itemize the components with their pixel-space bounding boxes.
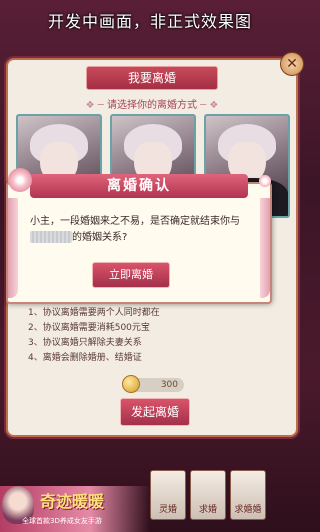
dialog-title: 离婚确认 (30, 174, 248, 198)
coin-icon (122, 375, 140, 393)
flower-small-icon (258, 174, 272, 188)
bottom-tab-label: 求婚婚 (234, 505, 262, 515)
bottom-tab-label: 求婚 (198, 505, 217, 515)
bottom-tab[interactable]: 求婚婚 (230, 470, 266, 520)
curtain-right (260, 198, 270, 298)
dialog-text-after: 的婚姻关系? (72, 232, 128, 243)
dialog-message: 小主，一段婚姻来之不易，是否确定就结束你与的婚姻关系? (30, 214, 255, 246)
ad-banner[interactable]: 奇迹暖暖 全球首款3D养成女友手游 (0, 486, 150, 532)
confirm-divorce-button[interactable]: 立即离婚 (92, 262, 170, 288)
start-divorce-button[interactable]: 发起离婚 (120, 398, 190, 426)
bottom-tab[interactable]: 灵婚 (150, 470, 186, 520)
panel-subtitle: ❖ ─ 请选择你的离婚方式 ─ ❖ (8, 96, 296, 111)
rule-item: 3、协议离婚只解除夫妻关系 (28, 338, 142, 348)
close-button[interactable]: ✕ (280, 52, 304, 76)
watermark-text: 开发中画面，非正式效果图 (47, 12, 252, 31)
flower-icon (8, 168, 32, 192)
rule-item: 4、离婚会删除婚册、结婚证 (28, 353, 142, 363)
dialog-text-before: 小主，一段婚姻来之不易，是否确定就结束你与 (30, 216, 240, 227)
ad-caption: 全球首款3D养成女友手游 (22, 517, 102, 525)
panel-title: 我要离婚 (86, 66, 218, 90)
divorce-confirm-dialog: 离婚确认 小主，一段婚姻来之不易，是否确定就结束你与的婚姻关系? 立即离婚 (6, 168, 272, 304)
curtain-left (8, 198, 18, 298)
subtitle-text: 请选择你的离婚方式 (106, 100, 197, 111)
bottom-tab-label: 灵婚 (158, 505, 177, 515)
masked-partner-name (30, 231, 72, 243)
rule-item: 2、协议离婚需要消耗500元宝 (28, 323, 150, 333)
ad-logo: 奇迹暖暖 (40, 492, 105, 511)
bottom-tab-bar: 灵婚 求婚 求婚婚 (150, 470, 300, 532)
bottom-tab[interactable]: 求婚 (190, 470, 226, 520)
ornament-left-icon: ❖ ─ (85, 100, 107, 111)
ornament-right-icon: ─ ❖ (200, 100, 219, 111)
rule-item: 1、协议离婚需要两个人同时都在 (28, 308, 160, 318)
close-icon: ✕ (286, 56, 298, 72)
divorce-rules: 1、协议离婚需要两个人同时都在 2、协议离婚需要消耗500元宝 3、协议离婚只解… (28, 306, 278, 366)
